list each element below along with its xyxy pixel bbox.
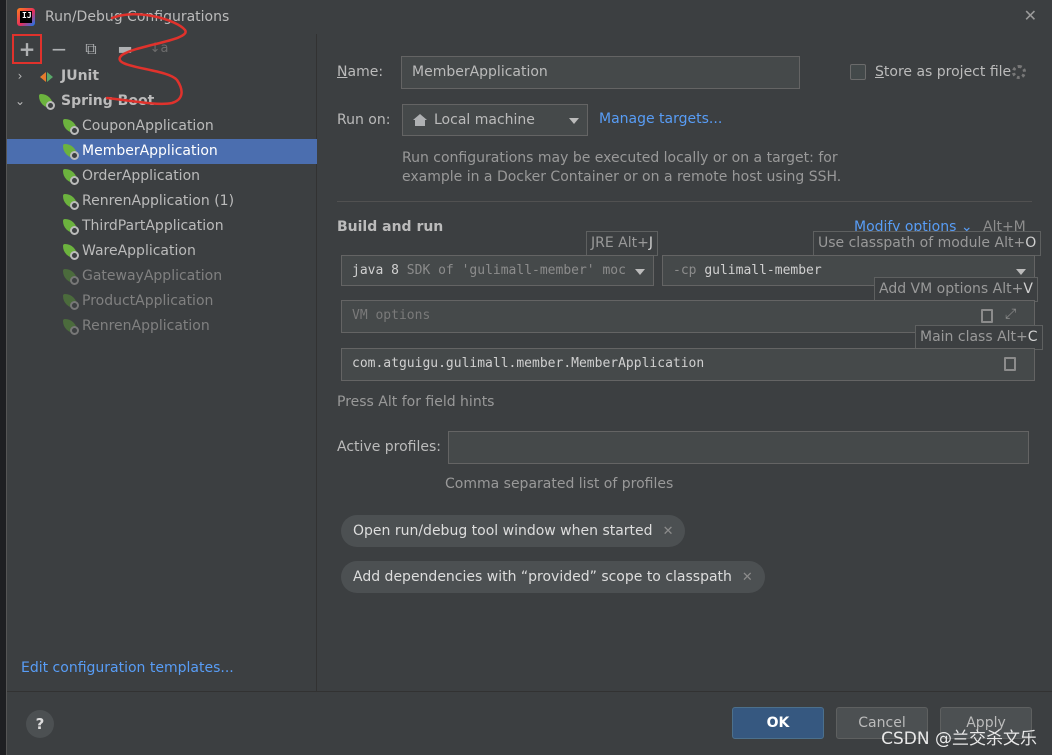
spring-boot-app-icon [63, 194, 79, 210]
spring-boot-app-icon [63, 119, 79, 135]
configurations-sidebar: + − ⧉ ▬ ↓a › JUnit ⌄ Spring Boot CouponA… [7, 34, 317, 691]
dialog-title: Run/Debug Configurations [45, 9, 230, 25]
folder-icon[interactable]: ▬ [113, 38, 137, 60]
store-as-project-file-label[interactable]: Store as project file [875, 64, 1011, 80]
option-chip-open-tool-window[interactable]: Open run/debug tool window when started ✕ [341, 515, 686, 547]
run-on-label: Run on: [337, 112, 391, 128]
spring-boot-app-icon [63, 144, 79, 160]
ok-button[interactable]: OK [732, 707, 824, 739]
configurations-toolbar: + − ⧉ ▬ ↓a [7, 34, 317, 64]
tree-item-gateway[interactable]: GatewayApplication [7, 264, 317, 289]
spring-boot-icon [39, 94, 55, 110]
tree-item-label: OrderApplication [82, 168, 201, 184]
run-on-select[interactable]: Local machine [402, 104, 588, 136]
tree-item-label: ProductApplication [82, 293, 214, 309]
main-class-tooltip: Main class Alt+C [915, 325, 1043, 350]
vm-options-tooltip: Add VM options Alt+V [874, 277, 1038, 302]
tree-item-label: RenrenApplication [82, 318, 210, 334]
field-hints-text: Press Alt for field hints [337, 394, 495, 410]
intellij-logo-icon: IJ [17, 8, 35, 26]
chevron-down-icon [635, 269, 645, 275]
classpath-tooltip: Use classpath of module Alt+O [813, 231, 1042, 256]
active-profiles-input[interactable] [448, 431, 1029, 464]
sort-icon[interactable]: ↓a [147, 38, 171, 60]
chevron-down-icon [569, 118, 579, 124]
jre-tooltip: JRE Alt+J [586, 231, 658, 256]
active-profiles-hint: Comma separated list of profiles [445, 476, 674, 492]
spring-boot-app-icon [63, 219, 79, 235]
help-button[interactable]: ? [26, 710, 54, 738]
chevron-right-icon[interactable]: › [14, 64, 26, 89]
document-icon[interactable] [981, 309, 993, 323]
tree-item-label: ThirdPartApplication [82, 218, 224, 234]
run-debug-dialog: IJ Run/Debug Configurations ✕ + − ⧉ ▬ ↓a… [6, 0, 1052, 755]
spring-boot-app-icon [63, 269, 79, 285]
copy-configuration-icon[interactable]: ⧉ [79, 38, 103, 60]
main-class-input[interactable]: com.atguigu.gulimall.member.MemberApplic… [341, 348, 1035, 381]
configuration-form: Name: MemberApplication Store as project… [318, 34, 1052, 691]
separator [337, 201, 1032, 202]
tree-item-product[interactable]: ProductApplication [7, 289, 317, 314]
spring-boot-app-icon [63, 169, 79, 185]
spring-boot-app-icon [63, 319, 79, 335]
jre-select[interactable]: java 8 SDK of 'gulimall-member' moc [341, 255, 654, 286]
title-bar: IJ Run/Debug Configurations ✕ [7, 0, 1052, 34]
home-icon [413, 114, 427, 126]
expand-icon[interactable]: ⤢ [1005, 306, 1016, 322]
chevron-down-icon[interactable]: ⌄ [14, 89, 26, 114]
tree-item-label: CouponApplication [82, 118, 214, 134]
close-icon[interactable]: ✕ [663, 524, 674, 539]
option-chip-provided-scope[interactable]: Add dependencies with “provided” scope t… [341, 561, 765, 593]
manage-targets-link[interactable]: Manage targets... [599, 111, 722, 127]
tree-item-order[interactable]: OrderApplication [7, 164, 317, 189]
tree-item-member[interactable]: MemberApplication [7, 139, 317, 164]
close-icon[interactable]: ✕ [1024, 6, 1037, 25]
configurations-tree: › JUnit ⌄ Spring Boot CouponApplication … [7, 64, 317, 339]
spring-boot-app-icon [63, 294, 79, 310]
tree-item-ware[interactable]: WareApplication [7, 239, 317, 264]
edit-templates-link[interactable]: Edit configuration templates... [21, 660, 234, 676]
tree-item-label: WareApplication [82, 243, 196, 259]
tree-group-spring-boot[interactable]: ⌄ Spring Boot [7, 89, 317, 114]
run-on-hint: Run configurations may be executed local… [402, 150, 842, 185]
tree-group-label: Spring Boot [61, 93, 155, 109]
tree-item-coupon[interactable]: CouponApplication [7, 114, 317, 139]
tree-item-label: RenrenApplication (1) [82, 193, 235, 209]
name-input[interactable]: MemberApplication [401, 56, 800, 89]
store-as-project-file-checkbox[interactable] [850, 64, 866, 80]
junit-icon [39, 69, 55, 85]
tree-item-label: GatewayApplication [82, 268, 223, 284]
tree-item-renren[interactable]: RenrenApplication [7, 314, 317, 339]
active-profiles-label: Active profiles: [337, 439, 441, 455]
tree-item-thirdpart[interactable]: ThirdPartApplication [7, 214, 317, 239]
tree-group-junit[interactable]: › JUnit [7, 64, 317, 89]
remove-configuration-button[interactable]: − [47, 38, 71, 60]
tree-item-label: MemberApplication [82, 143, 218, 159]
document-icon[interactable] [1004, 357, 1016, 371]
gear-icon[interactable] [1012, 65, 1026, 79]
dialog-footer: ? OK Cancel Apply CSDN @兰交杀文乐 [7, 691, 1052, 755]
spring-boot-app-icon [63, 244, 79, 260]
chevron-down-icon [1016, 269, 1026, 275]
add-configuration-button[interactable]: + [12, 34, 42, 64]
build-and-run-heading: Build and run [337, 219, 444, 235]
tree-group-label: JUnit [61, 68, 100, 84]
name-label: Name: [337, 64, 384, 80]
csdn-watermark: CSDN @兰交杀文乐 [881, 729, 1037, 749]
close-icon[interactable]: ✕ [742, 570, 753, 585]
tree-item-renren-1[interactable]: RenrenApplication (1) [7, 189, 317, 214]
